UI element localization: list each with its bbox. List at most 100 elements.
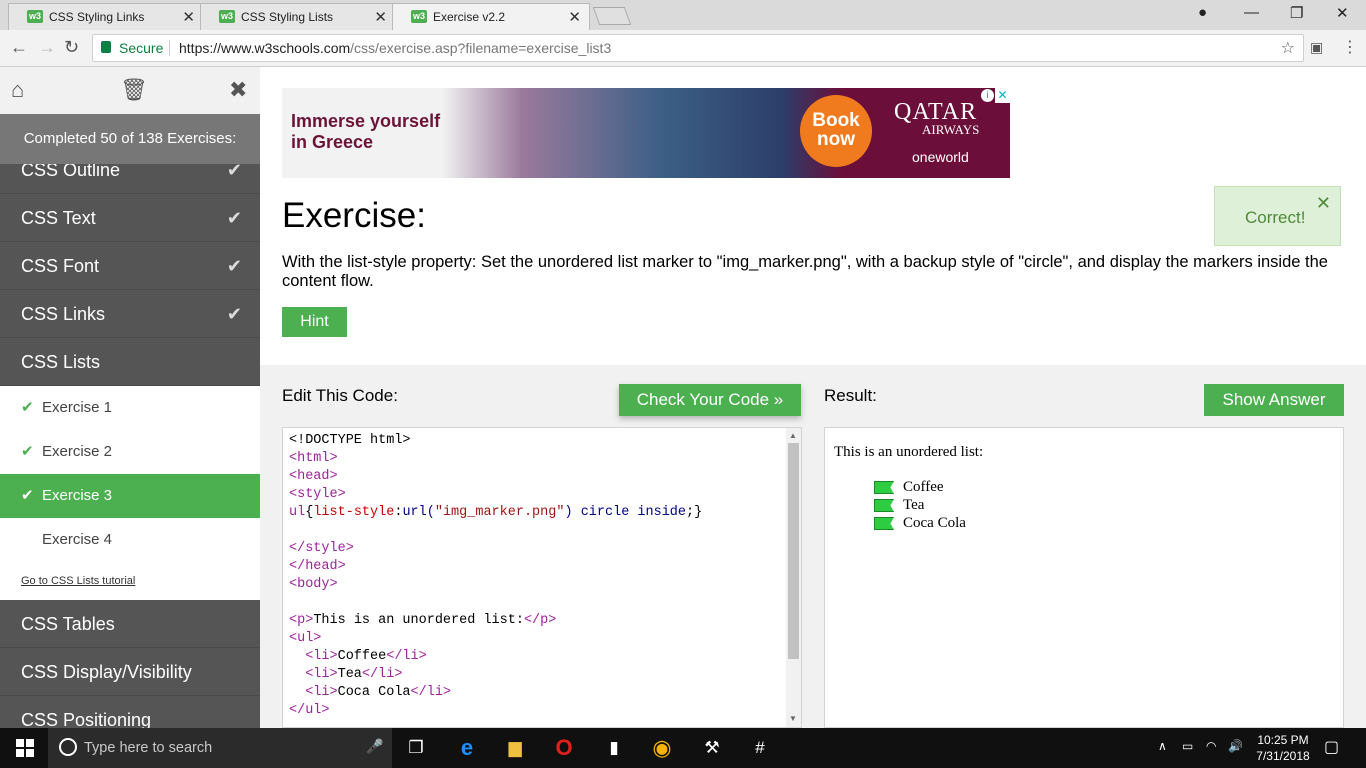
code-line: <head>	[289, 469, 338, 484]
sidebar-subitem-exercise-4[interactable]: Exercise 4	[0, 518, 260, 562]
code-line: </ul>	[289, 703, 330, 718]
opera-icon[interactable]: O	[552, 736, 576, 760]
battery-icon[interactable]: ▭	[1182, 739, 1193, 753]
tab-close-icon[interactable]: ✕	[568, 8, 581, 26]
browser-tab-links[interactable]: w3 CSS Styling Links ✕	[8, 3, 204, 30]
scroll-down-icon[interactable]: ▼	[789, 714, 797, 723]
profile-icon[interactable]: ●	[1198, 4, 1207, 21]
edit-code-label: Edit This Code:	[282, 386, 398, 405]
tab-title: Exercise v2.2	[433, 10, 506, 24]
code-line: <body>	[289, 577, 338, 592]
check-code-button[interactable]: Check Your Code »	[619, 384, 801, 416]
ad-close-icon[interactable]: ✕	[995, 88, 1010, 103]
correct-alert: Correct! ✕	[1214, 186, 1341, 246]
volume-icon[interactable]: 🔊	[1228, 739, 1243, 753]
search-placeholder: Type here to search	[84, 740, 213, 756]
ad-book-line1: Book	[812, 110, 860, 131]
menu-icon[interactable]: ⋮	[1342, 37, 1358, 57]
w3schools-favicon-icon: w3	[27, 10, 43, 23]
chrome-icon[interactable]: ◉	[650, 736, 674, 760]
sidebar-subitem-exercise-1[interactable]: ✔ Exercise 1	[0, 386, 260, 430]
checkmark-icon: ✔	[226, 256, 242, 276]
tray-chevron-icon[interactable]: ∧	[1158, 739, 1167, 753]
list-marker-icon	[874, 499, 894, 512]
slack-icon[interactable]: #	[748, 736, 772, 760]
back-arrow-icon[interactable]: ←	[10, 37, 28, 58]
checkmark-icon: ✔	[21, 443, 34, 460]
editor-scrollbar[interactable]: ▲ ▼	[786, 428, 801, 727]
show-answer-button[interactable]: Show Answer	[1204, 384, 1344, 416]
subitem-label: Exercise 3	[42, 487, 113, 504]
home-icon[interactable]: ⌂	[11, 77, 24, 103]
tab-title: CSS Styling Links	[49, 10, 145, 24]
forward-arrow-icon[interactable]: →	[38, 37, 56, 58]
ad-book-now-badge[interactable]: Book now	[800, 95, 872, 167]
sidebar-item-css-lists[interactable]: CSS Lists	[0, 338, 260, 386]
correct-text: Correct!	[1245, 208, 1306, 227]
notepad-icon[interactable]: ▮	[602, 736, 626, 760]
code-editor[interactable]: <!DOCTYPE html> <html> <head> <style> ul…	[282, 427, 802, 728]
code-line: </style>	[289, 541, 354, 556]
alert-close-icon[interactable]: ✕	[1316, 193, 1331, 214]
progress-label: Completed 50 of 138 Exercises:	[0, 114, 260, 164]
reload-icon[interactable]: ↻	[64, 37, 79, 58]
sidebar-item-css-tables[interactable]: CSS Tables	[0, 600, 260, 648]
tools-icon[interactable]: ⚒	[700, 736, 724, 760]
close-icon[interactable]: ✖	[229, 77, 247, 103]
scrollbar-thumb[interactable]	[788, 443, 799, 659]
windows-taskbar: Type here to search 🎤 ❐ e ▆ O ▮ ◉ ⚒ # ∧ …	[0, 728, 1366, 768]
sidebar-subitem-exercise-3[interactable]: ✔ Exercise 3	[0, 474, 260, 518]
file-explorer-icon[interactable]: ▆	[503, 736, 527, 760]
result-frame: This is an unordered list: Coffee Tea Co…	[824, 427, 1344, 728]
trash-icon[interactable]: 🗑	[120, 77, 148, 103]
code-line: <li>Tea</li>	[305, 667, 403, 682]
sidebar-item-css-font[interactable]: CSS Font ✔	[0, 242, 260, 290]
maximize-icon[interactable]: ❐	[1290, 4, 1303, 22]
extension-icon[interactable]: ▣	[1310, 39, 1323, 56]
url-text[interactable]: https://www.w3schools.com/css/exercise.a…	[179, 40, 611, 56]
list-item: Tea	[874, 496, 966, 514]
w3schools-favicon-icon: w3	[219, 10, 235, 23]
advertisement-banner[interactable]: Immerse yourself in Greece Book now QATA…	[282, 88, 1010, 178]
sidebar-subitem-exercise-2[interactable]: ✔ Exercise 2	[0, 430, 260, 474]
tab-close-icon[interactable]: ✕	[182, 8, 195, 26]
notifications-icon[interactable]: ▢	[1324, 737, 1339, 757]
taskbar-search[interactable]: Type here to search 🎤	[48, 728, 392, 768]
url-host: https://www.w3schools.com	[179, 40, 351, 56]
sidebar-item-css-positioning[interactable]: CSS Positioning	[0, 696, 260, 728]
ad-info-icon[interactable]: i	[981, 89, 994, 102]
tab-close-icon[interactable]: ✕	[374, 8, 387, 26]
sidebar-item-css-links[interactable]: CSS Links ✔	[0, 290, 260, 338]
bookmark-star-icon[interactable]: ☆	[1281, 38, 1295, 58]
clock-date: 7/31/2018	[1256, 749, 1310, 763]
divider	[169, 40, 170, 56]
subitem-label: Exercise 4	[42, 531, 113, 548]
code-line: <ul>	[289, 631, 322, 646]
scroll-up-icon[interactable]: ▲	[789, 431, 797, 440]
tutorial-link-text[interactable]: Go to CSS Lists tutorial	[21, 575, 135, 587]
browser-tab-exercise[interactable]: w3 Exercise v2.2 ✕	[392, 3, 590, 30]
minimize-icon[interactable]: —	[1244, 4, 1259, 21]
sidebar-item-css-display-visibility[interactable]: CSS Display/Visibility	[0, 648, 260, 696]
code-line: </head>	[289, 559, 346, 574]
code-text[interactable]: <!DOCTYPE html> <html> <head> <style> ul…	[289, 432, 702, 720]
windows-start-icon[interactable]	[16, 739, 34, 757]
exercise-title: Exercise:	[282, 196, 426, 235]
browser-tab-lists[interactable]: w3 CSS Styling Lists ✕	[200, 3, 396, 30]
tutorial-link[interactable]: Go to CSS Lists tutorial	[0, 562, 260, 600]
edge-icon[interactable]: e	[455, 736, 479, 760]
window-close-icon[interactable]: ✕	[1336, 4, 1349, 22]
taskbar-clock[interactable]: 10:25 PM 7/31/2018	[1252, 732, 1314, 764]
microphone-icon[interactable]: 🎤	[366, 738, 383, 755]
wifi-icon[interactable]: ◠	[1206, 739, 1216, 753]
list-marker-icon	[874, 517, 894, 530]
result-list: Coffee Tea Coca Cola	[874, 478, 966, 532]
task-view-icon[interactable]: ❐	[404, 736, 428, 760]
ad-alliance: oneworld	[912, 149, 969, 165]
ad-book-line2: now	[817, 129, 855, 150]
sidebar-item-css-text[interactable]: CSS Text ✔	[0, 194, 260, 242]
hint-button[interactable]: Hint	[282, 307, 347, 337]
new-tab-button[interactable]	[592, 7, 632, 25]
lock-icon	[101, 41, 111, 53]
address-bar[interactable]: Secure https://www.w3schools.com/css/exe…	[92, 34, 1304, 62]
